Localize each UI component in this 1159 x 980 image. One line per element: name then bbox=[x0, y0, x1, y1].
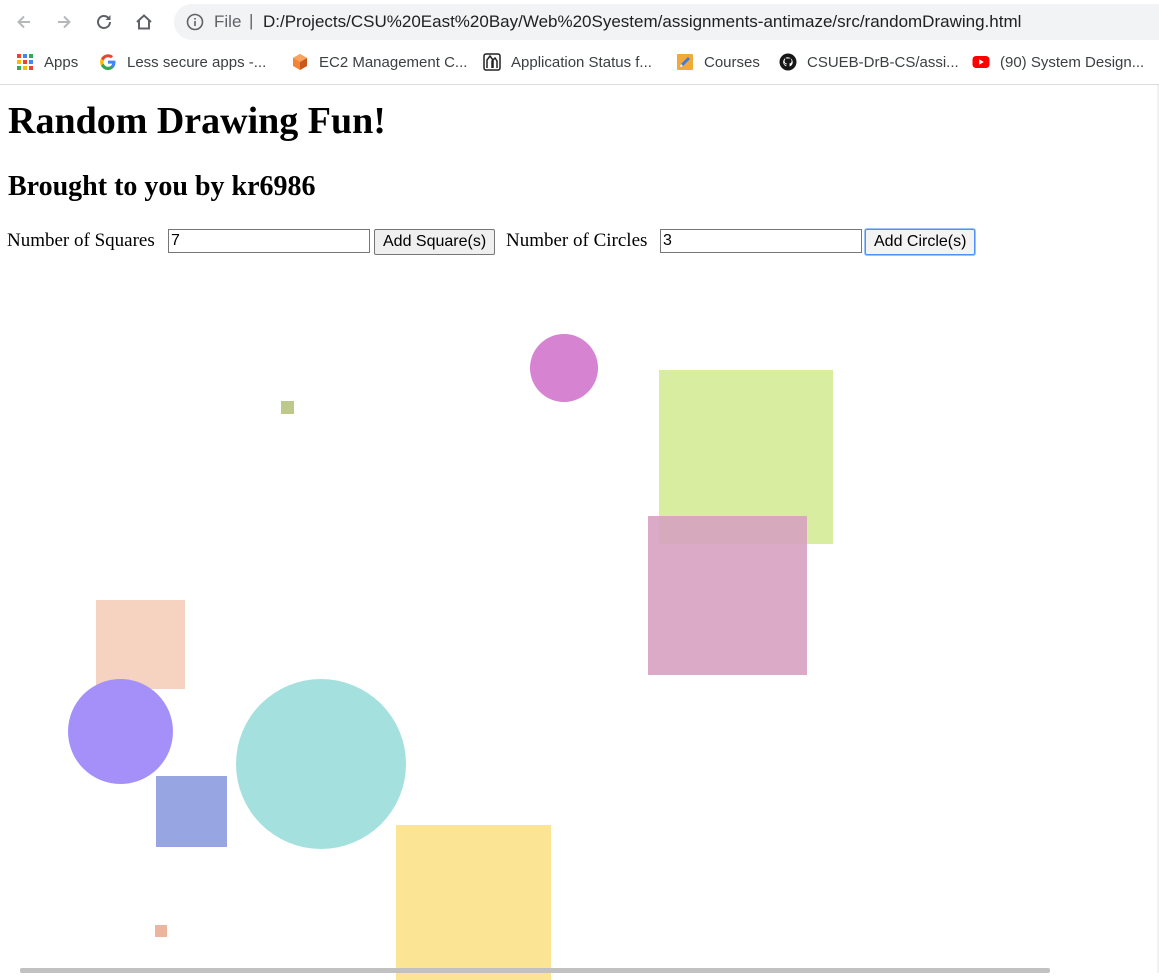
horizontal-scrollbar[interactable] bbox=[20, 968, 1050, 973]
bookmark-github-csueb[interactable]: CSUEB-DrB-CS/assi... bbox=[779, 44, 959, 80]
drawn-square bbox=[648, 516, 807, 675]
youtube-icon bbox=[972, 53, 990, 71]
google-icon bbox=[99, 53, 117, 71]
drawn-square bbox=[396, 825, 551, 980]
bookmark-label: (90) System Design... bbox=[1000, 53, 1145, 71]
info-icon[interactable] bbox=[186, 13, 204, 31]
squares-count-label: Number of Squares bbox=[7, 230, 155, 251]
squares-count-input[interactable] bbox=[168, 229, 370, 253]
drawn-square bbox=[96, 600, 185, 689]
browser-toolbar: File | D:/Projects/CSU%20East%20Bay/Web%… bbox=[0, 0, 1159, 44]
drawn-square bbox=[155, 925, 167, 937]
bookmark-less-secure-apps[interactable]: Less secure apps -... bbox=[99, 44, 266, 80]
bookmark-label: Apps bbox=[44, 53, 79, 71]
bookmark-ec2-management[interactable]: EC2 Management C... bbox=[291, 44, 467, 80]
bookmark-system-design[interactable]: (90) System Design... bbox=[972, 44, 1144, 80]
circles-count-input[interactable] bbox=[660, 229, 862, 253]
bookmark-label: Less secure apps -... bbox=[127, 53, 267, 71]
drawn-square bbox=[281, 401, 294, 414]
reload-icon bbox=[97, 15, 111, 29]
drawn-square bbox=[156, 776, 227, 847]
pencil-icon bbox=[676, 53, 694, 71]
github-icon bbox=[779, 53, 797, 71]
drawn-square bbox=[659, 370, 833, 544]
back-arrow-icon bbox=[17, 15, 30, 29]
url-scheme: File bbox=[214, 12, 242, 31]
bookmark-label: Application Status f... bbox=[511, 53, 652, 71]
reload-button[interactable] bbox=[90, 8, 118, 36]
page-title: Random Drawing Fun! bbox=[8, 100, 386, 142]
aws-cube-icon bbox=[291, 53, 309, 71]
drawn-circle bbox=[236, 679, 406, 849]
add-squares-button[interactable]: Add Square(s) bbox=[374, 229, 496, 255]
bookmark-label: CSUEB-DrB-CS/assi... bbox=[807, 53, 959, 71]
drawn-circle bbox=[530, 334, 598, 402]
drawing-area bbox=[0, 85, 1159, 980]
bookmark-apps[interactable]: Apps bbox=[16, 44, 78, 80]
forward-button[interactable] bbox=[50, 8, 78, 36]
page-subtitle: Brought to you by kr6986 bbox=[8, 171, 316, 202]
url-separator: | bbox=[249, 11, 254, 30]
page-content: Random Drawing Fun! Brought to you by kr… bbox=[0, 85, 1159, 980]
app-status-icon bbox=[483, 53, 501, 71]
add-circles-button[interactable]: Add Circle(s) bbox=[865, 229, 976, 255]
bookmark-application-status[interactable]: Application Status f... bbox=[483, 44, 652, 80]
url-text[interactable]: D:/Projects/CSU%20East%20Bay/Web%20Syest… bbox=[263, 12, 1021, 32]
bookmark-label: Courses bbox=[704, 53, 760, 71]
bookmark-label: EC2 Management C... bbox=[319, 53, 468, 71]
circles-count-label: Number of Circles bbox=[506, 230, 648, 251]
address-bar[interactable]: File | D:/Projects/CSU%20East%20Bay/Web%… bbox=[174, 4, 1159, 40]
back-button[interactable] bbox=[10, 8, 38, 36]
home-icon bbox=[136, 14, 152, 30]
drawn-circle bbox=[68, 679, 173, 784]
bookmark-courses[interactable]: Courses bbox=[676, 44, 760, 80]
bookmarks-bar: Apps Less secure apps -... EC2 Managemen… bbox=[0, 44, 1159, 85]
apps-grid-icon bbox=[16, 53, 34, 71]
home-button[interactable] bbox=[130, 8, 158, 36]
forward-arrow-icon bbox=[58, 15, 71, 29]
